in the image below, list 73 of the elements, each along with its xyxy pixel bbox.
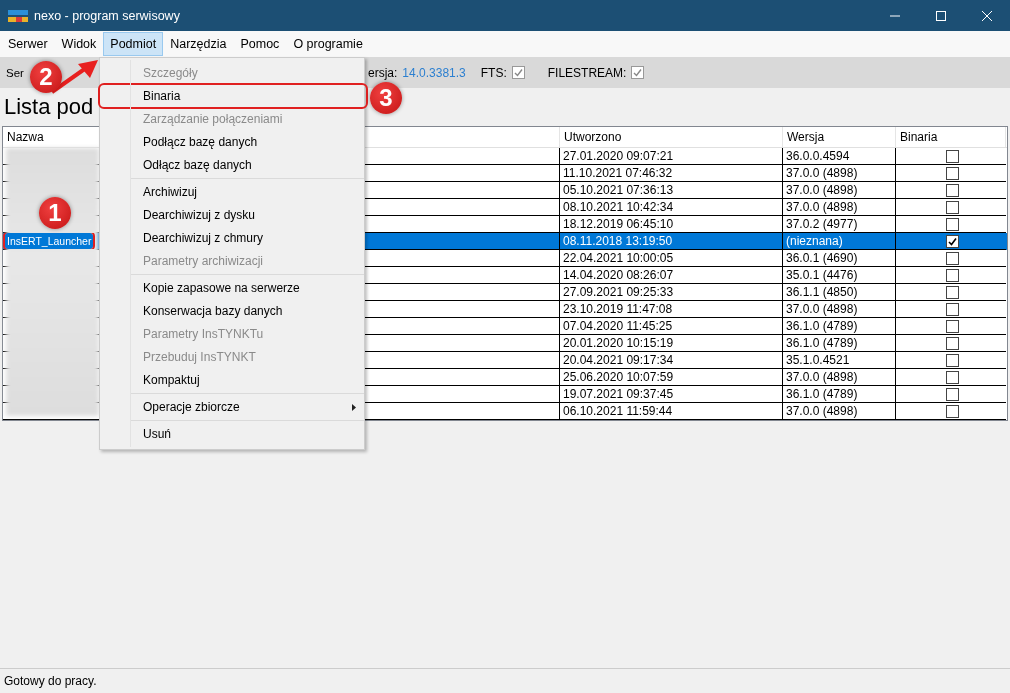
checkbox[interactable] — [946, 302, 959, 316]
table-cell: 37.0.0 (4898) — [783, 199, 896, 216]
table-cell: 37.0.0 (4898) — [783, 301, 896, 318]
menu-item[interactable]: O programie — [286, 32, 370, 56]
table-cell: 36.0.1 (4690) — [783, 250, 896, 267]
checkbox[interactable] — [946, 285, 959, 299]
check-label: FILESTREAM: — [547, 65, 627, 80]
table-cell: 35.0.1 (4476) — [783, 267, 896, 284]
table-cell: 36.1.0 (4789) — [783, 318, 896, 335]
table-cell: 37.0.0 (4898) — [783, 182, 896, 199]
table-cell: 20.04.2021 09:17:34 — [560, 352, 783, 369]
menu-item[interactable]: Usuń — [100, 423, 364, 445]
maximize-icon — [936, 10, 946, 21]
checkbox[interactable] — [946, 183, 959, 197]
checkbox[interactable] — [946, 149, 959, 163]
checkbox[interactable] — [946, 370, 959, 384]
version-label: ersja: — [368, 65, 398, 80]
table-cell: 36.1.1 (4850) — [783, 284, 896, 301]
checkbox[interactable] — [946, 234, 959, 248]
app-logo-icon — [8, 8, 28, 23]
menu-item[interactable]: Serwer — [1, 32, 55, 56]
table-cell: 22.04.2021 10:00:05 — [560, 250, 783, 267]
status-text: Gotowy do pracy. — [4, 674, 97, 688]
menu-item[interactable]: Narzędzia — [163, 32, 234, 56]
table-cell: 08.11.2018 13:19:50 — [560, 233, 783, 250]
menu-item[interactable]: Podmiot — [103, 32, 164, 56]
checkbox[interactable] — [511, 66, 525, 79]
column-header[interactable]: Utworzono — [560, 127, 783, 147]
table-cell: 27.01.2020 09:07:21 — [560, 148, 783, 165]
table-cell: 07.04.2020 11:45:25 — [560, 318, 783, 335]
column-header[interactable]: Wersja — [783, 127, 896, 147]
table-cell: 36.1.0 (4789) — [783, 386, 896, 403]
column-header[interactable]: Binaria — [896, 127, 1006, 147]
table-cell: InsERT_Launcher — [5, 233, 94, 249]
checkbox[interactable] — [946, 217, 959, 231]
step-number-badge: 3 — [370, 82, 402, 114]
menu-item[interactable]: Widok — [54, 32, 104, 56]
checkbox[interactable] — [946, 200, 959, 214]
table-cell: 35.1.0.4521 — [783, 352, 896, 369]
checkbox[interactable] — [631, 66, 645, 79]
menu-item[interactable]: Pomoc — [233, 32, 287, 56]
page-heading: Lista pod — [3, 93, 94, 121]
menu-item[interactable]: Binaria — [100, 85, 366, 107]
table-cell: (nieznana) — [783, 233, 896, 250]
checkbox[interactable] — [946, 251, 959, 265]
table-cell: 23.10.2019 11:47:08 — [560, 301, 783, 318]
check-label: FTS: — [480, 65, 507, 80]
version-value: 14.0.3381.3 — [402, 65, 466, 80]
table-cell: 05.10.2021 07:36:13 — [560, 182, 783, 199]
table-cell: 19.07.2021 09:37:45 — [560, 386, 783, 403]
table-cell: 37.0.0 (4898) — [783, 369, 896, 386]
checkbox[interactable] — [946, 387, 959, 401]
checkbox[interactable] — [946, 166, 959, 180]
checkbox[interactable] — [946, 336, 959, 350]
table-cell: 11.10.2021 07:46:32 — [560, 165, 783, 182]
checkbox[interactable] — [946, 353, 959, 367]
table-cell: 37.0.0 (4898) — [783, 403, 896, 420]
table-cell: 25.06.2020 10:07:59 — [560, 369, 783, 386]
table-cell: 14.04.2020 08:26:07 — [560, 267, 783, 284]
table-cell: 36.1.0 (4789) — [783, 335, 896, 352]
checkbox[interactable] — [946, 404, 959, 418]
table-cell: 06.10.2021 11:59:44 — [560, 403, 783, 420]
window-title: nexo - program serwisowy — [34, 8, 181, 23]
table-cell: 27.09.2021 09:25:33 — [560, 284, 783, 301]
checkbox[interactable] — [946, 268, 959, 282]
checkbox[interactable] — [946, 319, 959, 333]
submenu-arrow-icon — [352, 403, 356, 411]
close-icon — [982, 10, 992, 21]
table-cell: 37.0.0 (4898) — [783, 165, 896, 182]
table-cell: 08.10.2021 10:42:34 — [560, 199, 783, 216]
table-cell: 36.0.0.4594 — [783, 148, 896, 165]
server-label: Ser — [6, 66, 24, 79]
table-cell: 20.01.2020 10:15:19 — [560, 335, 783, 352]
